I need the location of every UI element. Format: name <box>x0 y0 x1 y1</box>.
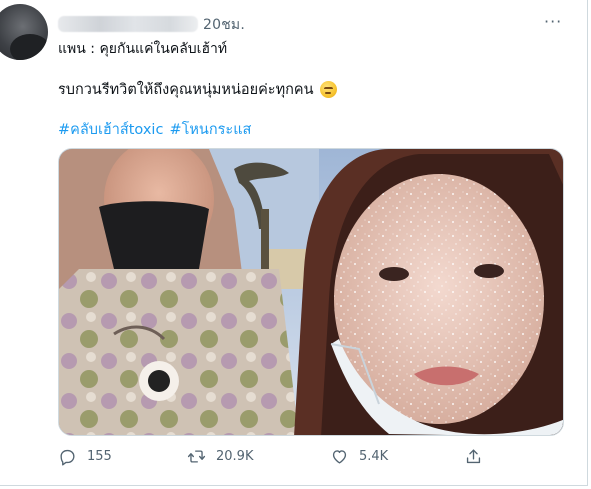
retweet-icon <box>187 450 206 463</box>
avatar-shape <box>10 34 48 60</box>
hashtag-link-1[interactable]: #คลับเฮ้าส์toxic <box>58 118 163 141</box>
share-icon <box>466 449 481 464</box>
retweet-count: 20.9K <box>216 449 254 464</box>
video-thumbnail[interactable] <box>58 148 564 436</box>
tweet-text-line-1: แพน : คุยกันแค่ในคลับเฮ้าท์ <box>58 41 228 57</box>
reply-button[interactable]: 155 <box>58 447 112 466</box>
tweet-card: 20ชม. ··· แพน : คุยกันแค่ในคลับเฮ้าท์ รบ… <box>0 0 588 486</box>
video-frame-illustration <box>59 149 563 435</box>
share-button[interactable] <box>464 447 483 466</box>
hashtag-link-2[interactable]: #โหนกระแส <box>169 118 251 141</box>
tweet-text-line-2: รบกวนรีทวิตให้ถึงคุณหนุ่มหน่อยค่ะทุกคน <box>58 82 314 98</box>
blurred-username[interactable] <box>58 16 198 32</box>
more-options-icon[interactable]: ··· <box>544 14 562 30</box>
timestamp[interactable]: 20ชม. <box>203 14 245 36</box>
retweet-button[interactable]: 20.9K <box>187 447 253 466</box>
tweet-text-line-2-row: รบกวนรีทวิตให้ถึงคุณหนุ่มหน่อยค่ะทุกคน <box>58 78 337 101</box>
reply-icon <box>60 449 75 466</box>
avatar[interactable] <box>0 4 48 60</box>
like-count: 5.4K <box>359 449 389 464</box>
face-with-rolling-eyes-emoji-icon <box>319 81 337 98</box>
hashtags: #คลับเฮ้าส์toxic #โหนกระแส <box>58 118 251 141</box>
heart-icon <box>332 450 347 464</box>
like-button[interactable]: 5.4K <box>330 447 388 466</box>
tweet-actions: 155 20.9K 5.4K <box>58 447 498 471</box>
reply-count: 155 <box>87 449 112 464</box>
